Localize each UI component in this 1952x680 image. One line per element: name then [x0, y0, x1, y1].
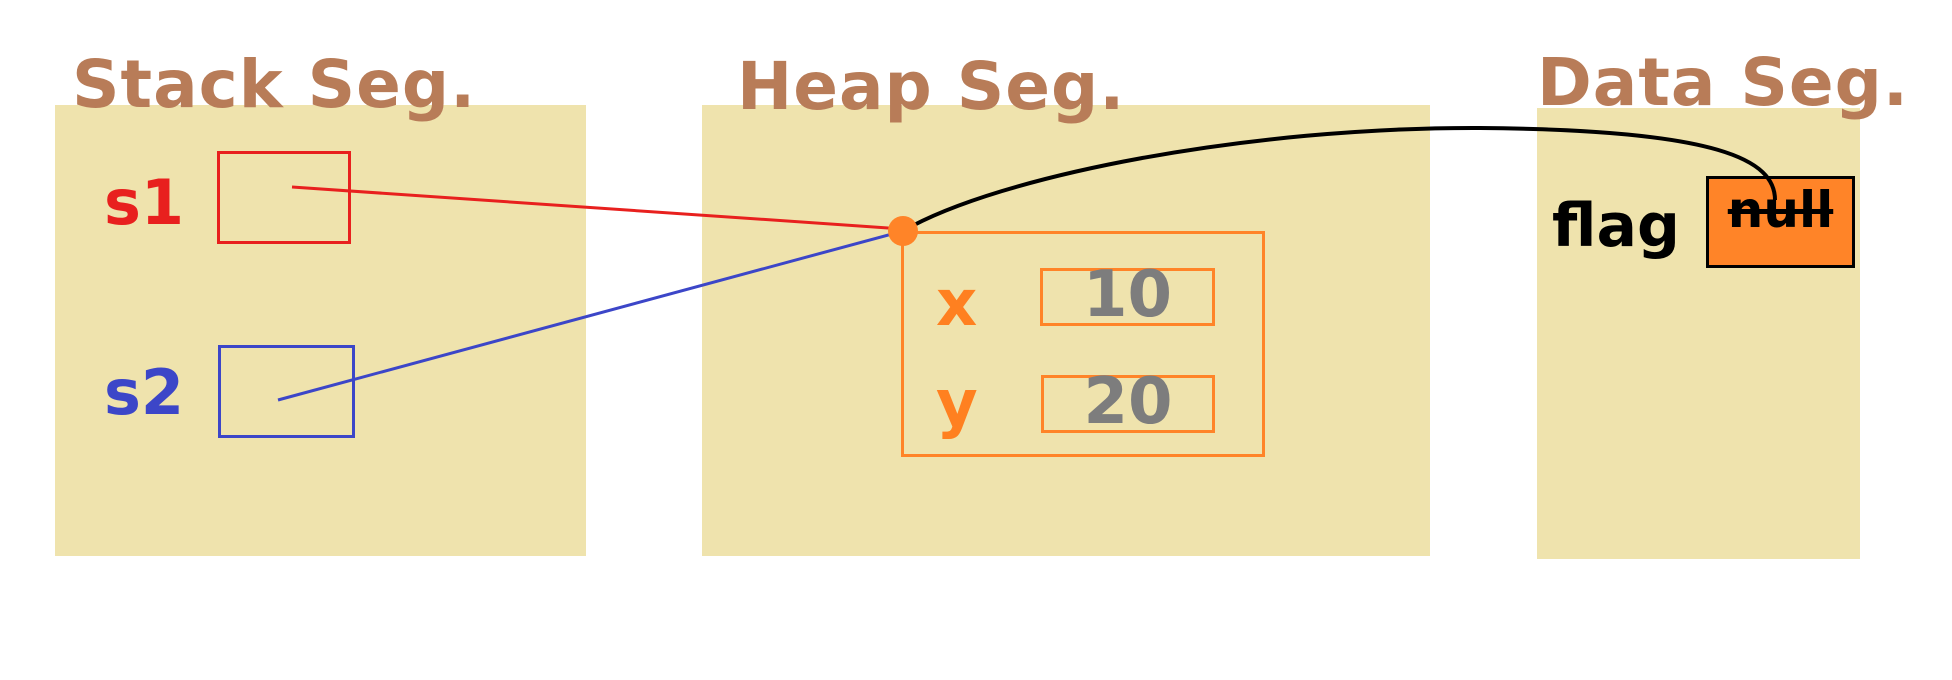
flag-value-box: null	[1706, 176, 1855, 268]
flag-null-value: null	[1727, 181, 1834, 239]
s1-label: s1	[104, 166, 185, 239]
s2-reference-box	[218, 345, 355, 438]
field-y-value: 20	[1083, 365, 1173, 439]
field-x-value-box: 10	[1040, 263, 1215, 327]
heap-segment-title: Heap Seg.	[737, 48, 1126, 125]
stack-segment-title: Stack Seg.	[72, 46, 477, 123]
field-x-name: x	[936, 267, 978, 341]
field-y-value-box: 20	[1041, 370, 1215, 434]
s2-label: s2	[104, 356, 185, 429]
flag-label: flag	[1552, 191, 1680, 261]
data-segment-title: Data Seg.	[1537, 44, 1909, 121]
s1-reference-box	[217, 151, 351, 244]
field-x-value: 10	[1082, 258, 1173, 332]
field-y-name: y	[936, 367, 978, 441]
